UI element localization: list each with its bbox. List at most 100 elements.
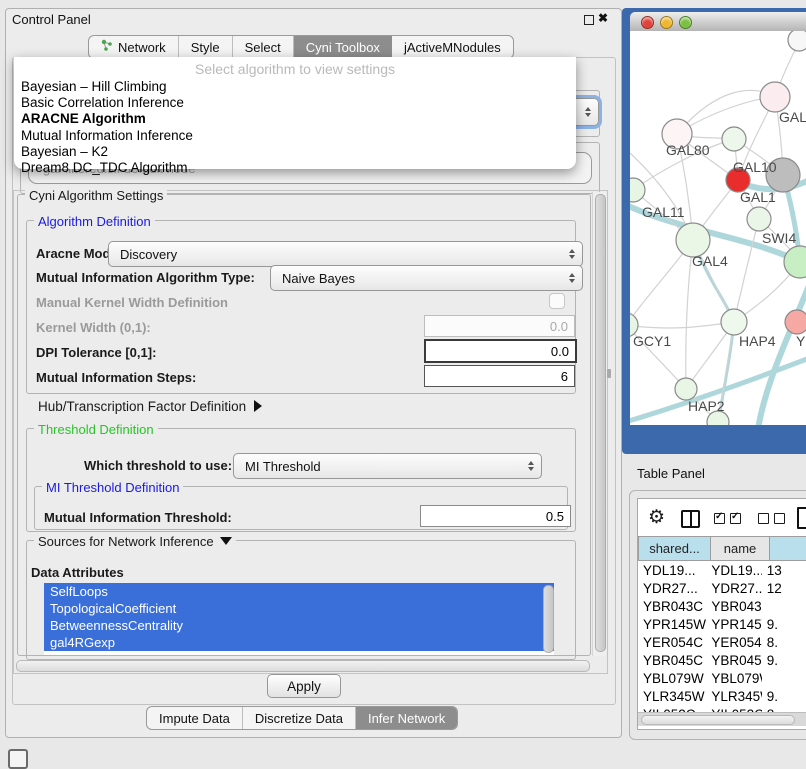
table-cell[interactable]: 9. xyxy=(762,653,806,668)
which-threshold-label: Which threshold to use: xyxy=(84,458,232,473)
mi-steps-field[interactable]: 6 xyxy=(424,365,575,387)
minimize-light-yellow[interactable] xyxy=(660,16,673,29)
table-cell[interactable]: YPR145W xyxy=(706,617,761,632)
aracne-mode-combo[interactable]: Discovery xyxy=(108,241,583,267)
table-cell[interactable]: 9. xyxy=(762,689,806,704)
control-panel-title: Control Panel xyxy=(12,12,91,27)
table-cell[interactable]: YLR345W xyxy=(638,689,706,704)
tab-cyni-toolbox[interactable]: Cyni Toolbox xyxy=(294,36,392,58)
column-chooser-icon[interactable] xyxy=(681,510,700,528)
sources-title[interactable]: Sources for Network Inference xyxy=(34,534,236,549)
table-cell[interactable]: YER054C xyxy=(638,635,706,650)
zoom-light-green[interactable] xyxy=(679,16,692,29)
table-cell[interactable]: YDL19... xyxy=(638,563,706,578)
tab-discretize-data[interactable]: Discretize Data xyxy=(243,707,356,729)
deselect-all-icon[interactable] xyxy=(758,513,785,524)
table-cell[interactable]: YBL079W xyxy=(706,671,761,686)
mi-type-combo[interactable]: Naive Bayes xyxy=(270,265,583,291)
column-header-third[interactable]: A xyxy=(770,536,806,561)
table-horizontal-scrollbar[interactable] xyxy=(638,712,806,726)
table-cell[interactable]: 9. xyxy=(762,617,806,632)
network-node-y[interactable] xyxy=(785,310,806,334)
table-cell[interactable]: YBR045C xyxy=(706,653,761,668)
export-table-icon[interactable] xyxy=(797,507,806,529)
table-body[interactable]: YDL19...YDL19...13YDR27...YDR27...12YBR0… xyxy=(638,561,806,712)
table-cell[interactable]: 8. xyxy=(762,635,806,650)
node-label: GCY1 xyxy=(633,333,671,349)
attribute-list-item[interactable]: BetweennessCentrality xyxy=(44,617,554,634)
table-cell[interactable]: YPR145W xyxy=(638,617,706,632)
attribute-list-item[interactable]: SelfLoops xyxy=(44,583,554,600)
scrollbar-thumb[interactable] xyxy=(641,715,795,725)
network-node-gal[interactable] xyxy=(760,82,790,112)
hub-definition-toggle[interactable]: Hub/Transcription Factor Definition xyxy=(38,399,262,414)
algorithm-option[interactable]: ARACNE Algorithm xyxy=(19,111,571,127)
tab-style[interactable]: Style xyxy=(179,36,233,58)
tab-jactivemnodules[interactable]: jActiveMNodules xyxy=(392,36,513,58)
table-row[interactable]: YDL19...YDL19...13 xyxy=(638,561,806,579)
node-label: GAL10 xyxy=(733,159,777,175)
select-all-icon[interactable] xyxy=(714,513,741,524)
network-node[interactable] xyxy=(788,31,806,51)
mi-threshold-field[interactable]: 0.5 xyxy=(420,505,571,527)
close-icon[interactable]: ✖ xyxy=(598,11,608,25)
algorithm-option[interactable]: Basic Correlation Inference xyxy=(19,95,571,111)
settings-vertical-scrollbar[interactable] xyxy=(592,192,606,656)
tab-select[interactable]: Select xyxy=(233,36,294,58)
close-light-red[interactable] xyxy=(641,16,654,29)
table-cell[interactable]: YBR043C xyxy=(638,599,706,614)
mi-steps-label: Mutual Information Steps: xyxy=(36,370,196,385)
kernel-width-label: Kernel Width (0,1): xyxy=(36,320,151,335)
network-node-swi4[interactable] xyxy=(747,207,771,231)
network-canvas[interactable]: GALGAL80GAL10GAL1GAL11SWI4GAL4GCY1HAP4YH… xyxy=(630,31,806,425)
attributes-list-scrollbar[interactable] xyxy=(543,585,554,653)
settings-horizontal-scrollbar[interactable] xyxy=(16,660,590,672)
attribute-list-item[interactable]: TopologicalCoefficient xyxy=(44,600,554,617)
float-window-icon[interactable] xyxy=(584,15,594,25)
manual-kernel-checkbox[interactable] xyxy=(549,293,565,309)
dpi-tolerance-label: DPI Tolerance [0,1]: xyxy=(36,345,156,360)
which-threshold-combo[interactable]: MI Threshold xyxy=(233,453,542,479)
table-row[interactable]: YLR345WYLR345W9. xyxy=(638,687,806,705)
attribute-list-item[interactable]: gal4RGexp xyxy=(44,634,554,651)
tab-impute-data[interactable]: Impute Data xyxy=(147,707,243,729)
table-row[interactable]: YDR27...YDR27...12 xyxy=(638,579,806,597)
algorithm-option[interactable]: Bayesian – K2 xyxy=(19,144,571,160)
network-node-hap2[interactable] xyxy=(675,378,697,400)
table-row[interactable]: YBL079WYBL079W xyxy=(638,669,806,687)
table-row[interactable]: YPR145WYPR145W9. xyxy=(638,615,806,633)
table-cell[interactable]: 13 xyxy=(762,563,806,578)
table-cell[interactable]: YBL079W xyxy=(638,671,706,686)
column-header-shared-name[interactable]: shared... xyxy=(638,536,711,561)
network-node-gal10[interactable] xyxy=(722,127,746,151)
network-node-gal4[interactable] xyxy=(676,223,710,257)
table-cell[interactable]: YBR043C xyxy=(706,599,761,614)
panel-splitter-handle[interactable] xyxy=(607,369,611,378)
kernel-width-field[interactable]: 0.0 xyxy=(424,315,575,337)
bottom-corner-icon[interactable] xyxy=(8,749,28,769)
algorithm-option[interactable]: Bayesian – Hill Climbing xyxy=(19,79,571,95)
table-cell[interactable]: YDR27... xyxy=(638,581,706,596)
table-row[interactable]: YIL052CYIL052C8. xyxy=(638,705,806,712)
dpi-tolerance-field[interactable]: 0.0 xyxy=(424,339,577,363)
scrollbar-thumb[interactable] xyxy=(595,194,606,652)
table-cell[interactable]: YER054C xyxy=(706,635,761,650)
gear-icon[interactable]: ⚙ xyxy=(648,506,665,529)
tab-infer-network[interactable]: Infer Network xyxy=(356,707,457,729)
network-node[interactable] xyxy=(784,246,806,278)
table-cell[interactable]: 12 xyxy=(762,581,806,596)
network-node-hap4[interactable] xyxy=(721,309,747,335)
table-cell[interactable]: YLR345W xyxy=(706,689,761,704)
table-row[interactable]: YBR045CYBR045C9. xyxy=(638,651,806,669)
algorithm-option[interactable]: Dream8 DC_TDC Algorithm xyxy=(19,160,571,176)
apply-button[interactable]: Apply xyxy=(267,674,341,698)
table-cell[interactable]: YDL19... xyxy=(706,563,761,578)
table-cell[interactable]: YBR045C xyxy=(638,653,706,668)
table-cell[interactable]: YDR27... xyxy=(706,581,761,596)
tab-network[interactable]: Network xyxy=(89,36,179,58)
table-row[interactable]: YBR043CYBR043C xyxy=(638,597,806,615)
table-row[interactable]: YER054CYER054C8. xyxy=(638,633,806,651)
network-window-titlebar[interactable] xyxy=(630,12,806,32)
column-header-name[interactable]: name xyxy=(711,536,770,561)
algorithm-option[interactable]: Mutual Information Inference xyxy=(19,128,571,144)
